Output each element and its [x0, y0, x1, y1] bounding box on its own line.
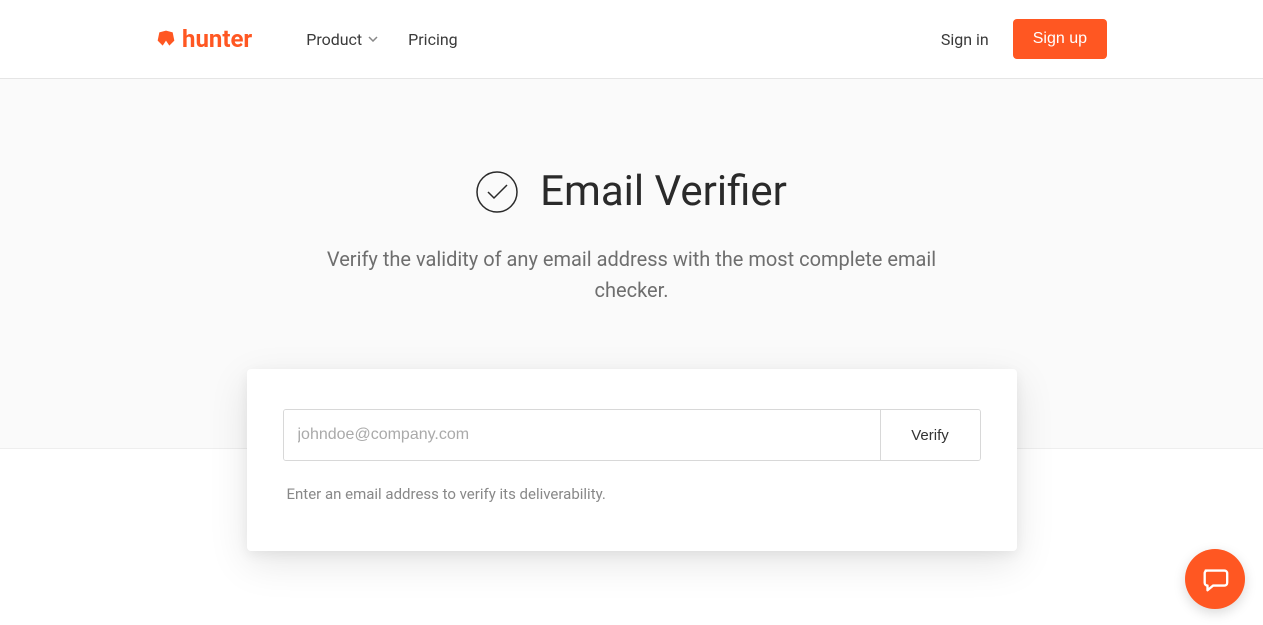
verify-button[interactable]: Verify [880, 410, 980, 460]
nav-pricing-label: Pricing [408, 30, 458, 49]
email-input[interactable] [284, 410, 880, 460]
nav-product[interactable]: Product [306, 30, 378, 49]
check-circle-icon [476, 171, 518, 213]
main-nav: Product Pricing [306, 30, 457, 49]
header-right: Sign in Sign up [941, 19, 1107, 59]
nav-pricing[interactable]: Pricing [408, 30, 458, 49]
signup-button[interactable]: Sign up [1013, 19, 1107, 59]
hunter-logo-icon [156, 29, 176, 49]
signin-link[interactable]: Sign in [941, 30, 989, 49]
page-title: Email Verifier [540, 167, 787, 216]
page-subtitle: Verify the validity of any email address… [322, 244, 942, 306]
logo[interactable]: hunter [156, 25, 252, 53]
chevron-down-icon [368, 36, 378, 42]
chat-icon [1200, 564, 1230, 594]
chat-button[interactable] [1185, 549, 1245, 609]
hero-title-row: Email Verifier [0, 167, 1263, 216]
verifier-card: Verify Enter an email address to verify … [247, 369, 1017, 551]
site-header: hunter Product Pricing Sign in Sign up [0, 0, 1263, 79]
email-input-row: Verify [283, 409, 981, 461]
helper-text: Enter an email address to verify its del… [283, 485, 981, 503]
logo-text: hunter [182, 25, 252, 53]
nav-product-label: Product [306, 30, 362, 49]
